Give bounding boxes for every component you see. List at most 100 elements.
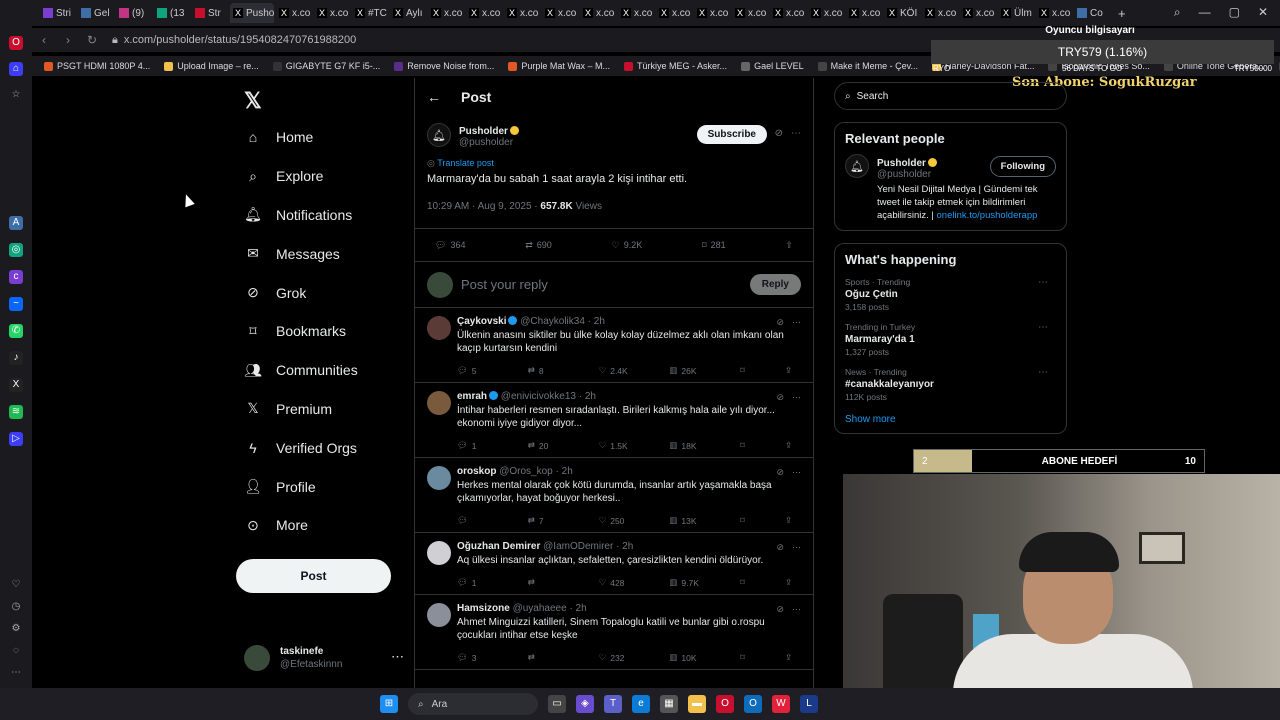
person-name[interactable]: Pusholder	[877, 158, 926, 169]
like-action[interactable]: ♡ 2.4K	[599, 365, 639, 376]
reply-action[interactable]: 💬︎ 5	[457, 365, 497, 376]
bookmark-item[interactable]: PSGT HDMI 1080P 4...	[44, 61, 150, 71]
trend-item[interactable]: News · Trending #canakkaleyanıyor 112K pos…	[845, 367, 1056, 402]
avatar[interactable]	[427, 541, 451, 565]
views-action[interactable]: ▥ 13K	[669, 515, 709, 526]
repost-action[interactable]: ⇄	[528, 577, 568, 588]
share-action[interactable]: ⇪	[785, 577, 799, 588]
browser-tab[interactable]: Xx.co	[808, 3, 844, 23]
browser-tab[interactable]: XPusholder	[230, 3, 274, 23]
browser-tab[interactable]: (13	[154, 3, 190, 23]
views-action[interactable]: ▥ 10K	[669, 652, 709, 663]
more-icon[interactable]: ⋯	[1038, 322, 1048, 333]
search-tabs-icon[interactable]: ⌕	[1174, 5, 1181, 20]
bookmark-item[interactable]: GIGABYTE G7 KF i5-...	[272, 61, 380, 71]
more-icon[interactable]: ⋯	[9, 666, 23, 680]
folder-icon[interactable]: ▬	[688, 695, 706, 713]
nav-item-home[interactable]: ⌂ Home	[238, 118, 413, 157]
bookmark-action[interactable]: ⌑	[740, 515, 754, 526]
reply-action[interactable]: 💬︎ 1	[457, 440, 497, 451]
browser-tab[interactable]: Xx.co	[618, 3, 654, 23]
like-action[interactable]: ♡ 250	[599, 515, 639, 526]
reply-item[interactable]: emrah @enivicivokke13 · 2h ⊘ ⋯ İntihar habe…	[415, 383, 813, 458]
edge-icon[interactable]: e	[632, 695, 650, 713]
reply-author-name[interactable]: oroskop	[457, 466, 496, 477]
more-icon[interactable]: ⋯	[792, 392, 801, 403]
player-icon[interactable]: ▷	[9, 432, 23, 446]
repost-action[interactable]: ⇄	[528, 652, 568, 663]
browser-tab[interactable]: Stri	[40, 3, 76, 23]
forward-icon[interactable]: ›	[56, 33, 80, 47]
history-icon[interactable]: ◷	[9, 600, 23, 614]
grok-icon[interactable]: ⊘	[776, 604, 784, 615]
browser-tab[interactable]: X Ülm	[998, 3, 1034, 23]
browser-tab[interactable]: X KÖI	[884, 3, 920, 23]
reply-author-name[interactable]: Hamsizone	[457, 603, 510, 614]
nav-item-profile[interactable]: 👤︎ Profile	[238, 467, 413, 506]
reload-icon[interactable]: ↻	[80, 33, 104, 47]
nav-item-communities[interactable]: 👥︎ Communities	[238, 351, 413, 390]
account-switcher[interactable]: taskinefe @Efetaskinnn ⋯	[244, 643, 404, 673]
nav-item-notifications[interactable]: 🔔︎ Notifications	[238, 196, 413, 235]
repost-action[interactable]: ⇄ 690	[525, 240, 552, 251]
nav-item-bookmarks[interactable]: ⌑ Bookmarks	[238, 312, 413, 351]
avatar[interactable]	[427, 316, 451, 340]
opera-logo-icon[interactable]: O	[9, 36, 23, 50]
grok-icon[interactable]: ⊘	[775, 128, 783, 139]
bookmark-item[interactable]: Make it Meme - Çev...	[817, 61, 918, 71]
browser-tab[interactable]: Gel	[78, 3, 114, 23]
translate-post-link[interactable]: ◎ Translate post	[415, 158, 813, 169]
subscribe-button[interactable]: Subscribe	[696, 125, 767, 144]
browser-tab[interactable]: Xx.co	[694, 3, 730, 23]
search-input[interactable]: ⌕ Search	[834, 82, 1067, 110]
tweet-author-handle[interactable]: @pusholder	[459, 137, 519, 148]
share-action[interactable]: ⇪	[785, 440, 799, 451]
share-action[interactable]: ⇪	[785, 365, 799, 376]
nav-item-verified-orgs[interactable]: ϟ Verified Orgs	[238, 428, 413, 467]
share-action[interactable]: ⇪	[785, 240, 793, 251]
reply-button[interactable]: Reply	[749, 274, 801, 295]
browser-tab[interactable]: Xx.co	[732, 3, 768, 23]
store-icon[interactable]: ▦	[660, 695, 678, 713]
back-icon[interactable]: ‹	[32, 33, 56, 47]
browser-tab[interactable]: Xx.co	[504, 3, 540, 23]
tweet-time[interactable]: 10:29 AM · Aug 9, 2025 ·	[427, 201, 538, 212]
close-window-icon[interactable]: ✕	[1258, 5, 1268, 20]
browser-tab[interactable]: X Aylı	[390, 3, 426, 23]
browser-tab[interactable]: Xx.co	[276, 3, 312, 23]
reply-item[interactable]: Hamsizone @uyahaeee · 2h ⊘ ⋯ Ahmet Minguizz…	[415, 595, 813, 670]
windows-start-icon[interactable]: ⊞	[380, 695, 398, 713]
heart-icon[interactable]: ♡	[9, 578, 23, 592]
tiktok-icon[interactable]: ♪	[9, 351, 23, 365]
browser-tab[interactable]: Xx.co	[1036, 3, 1072, 23]
app-icon[interactable]: W	[772, 695, 790, 713]
bookmark-action[interactable]: ⌑ 281	[702, 240, 726, 251]
reply-action[interactable]: 💬︎ 364	[435, 240, 465, 251]
x-logo-icon[interactable]: 𝕏	[244, 88, 262, 114]
taskbar-search[interactable]: ⌕ Ara	[408, 693, 538, 715]
bookmark-item[interactable]: Remove Noise from...	[394, 61, 494, 71]
reply-action[interactable]: 💬︎ 1	[457, 577, 497, 588]
views-action[interactable]: ▥ 9.7K	[669, 577, 709, 588]
more-icon[interactable]: ⋯	[1038, 277, 1048, 288]
grok-icon[interactable]: ⊘	[776, 392, 784, 403]
task-view-icon[interactable]: ▭	[548, 695, 566, 713]
repost-action[interactable]: ⇄ 8	[528, 365, 568, 376]
nav-item-explore[interactable]: ⌕ Explore	[238, 157, 413, 196]
browser-tab[interactable]: Xx.co	[922, 3, 958, 23]
show-more-link[interactable]: Show more	[845, 414, 1056, 425]
browser-tab[interactable]: X #TC	[352, 3, 388, 23]
bookmark-item[interactable]: Purple Mat Wax – M...	[508, 61, 610, 71]
app-icon[interactable]: L	[800, 695, 818, 713]
like-action[interactable]: ♡ 232	[599, 652, 639, 663]
bulb-icon[interactable]: ◌	[9, 644, 23, 658]
bookmark-action[interactable]: ⌑	[740, 365, 754, 376]
star-icon[interactable]: ☆	[9, 88, 23, 102]
messenger-icon[interactable]: ~	[9, 297, 23, 311]
minimize-icon[interactable]: —	[1199, 5, 1211, 20]
like-action[interactable]: ♡ 428	[599, 577, 639, 588]
more-icon[interactable]: ⋯	[791, 128, 801, 139]
browser-tab[interactable]: Xx.co	[770, 3, 806, 23]
more-icon[interactable]: ⋯	[792, 604, 801, 615]
more-icon[interactable]: ⋯	[792, 467, 801, 478]
